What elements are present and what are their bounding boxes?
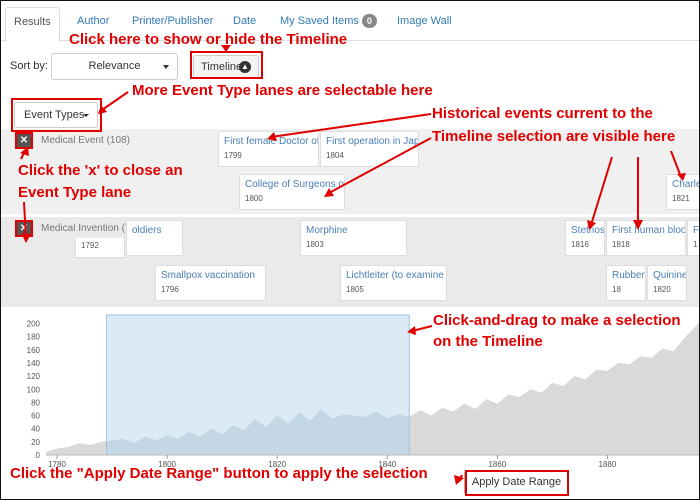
arrow-head (633, 220, 643, 230)
arrow-line (23, 201, 27, 239)
arrow-line (328, 137, 432, 194)
arrow-line (590, 156, 613, 226)
arrow-line (270, 113, 432, 138)
arrow-head (407, 326, 416, 335)
arrow-line (670, 150, 682, 178)
arrow-head (587, 220, 596, 230)
annotation-arrows (20, 45, 686, 485)
arrow-line (101, 91, 129, 111)
arrow-head (267, 132, 277, 141)
arrow-head (20, 147, 29, 156)
app-frame: Results Author Printer/Publisher Date My… (0, 0, 700, 500)
arrow-head (221, 45, 231, 52)
arrow-head (454, 475, 464, 485)
arrow-head (21, 233, 31, 243)
arrow-head (324, 188, 334, 197)
arrow-head (677, 173, 686, 181)
